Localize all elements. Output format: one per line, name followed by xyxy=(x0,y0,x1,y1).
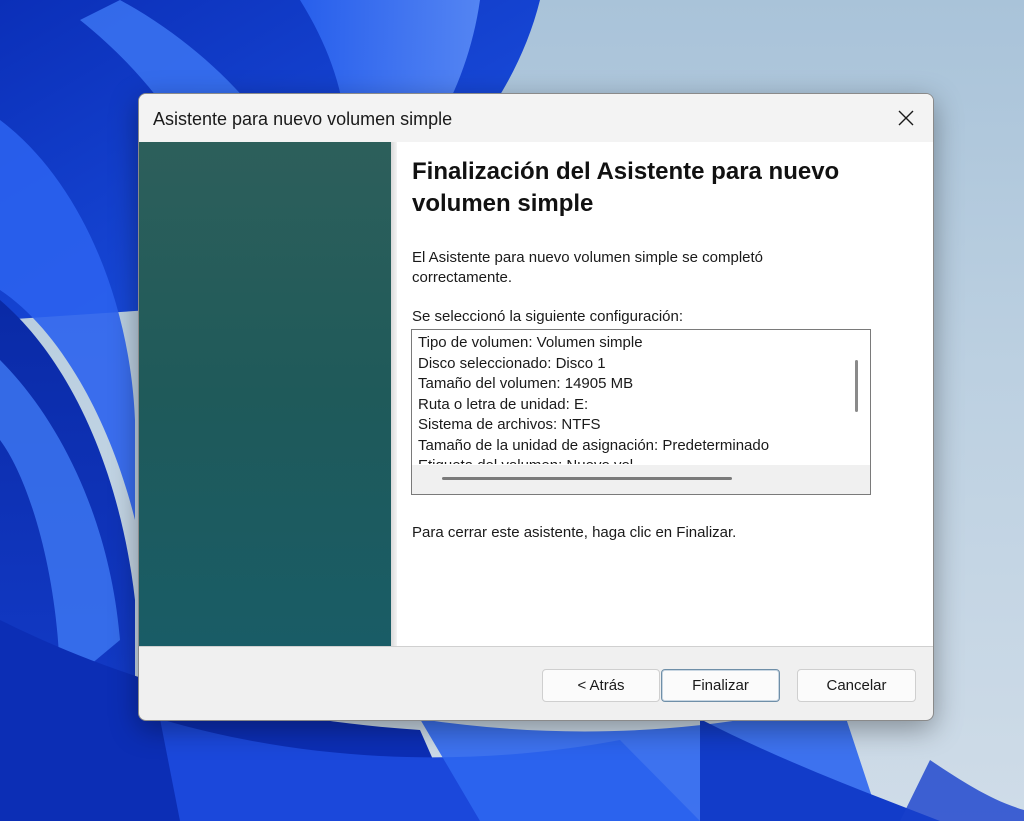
config-line-volume-label: Etiqueta del volumen: Nuevo vol xyxy=(418,456,848,464)
vertical-scroll-thumb[interactable] xyxy=(855,360,858,412)
finish-hint: Para cerrar este asistente, haga clic en… xyxy=(412,524,737,541)
horizontal-scroll-thumb[interactable] xyxy=(442,477,732,480)
config-line-file-system: Sistema de archivos: NTFS xyxy=(418,416,601,433)
config-line-size: Tamaño del volumen: 14905 MB xyxy=(418,375,634,392)
finish-button[interactable]: Finalizar xyxy=(661,669,780,702)
cancel-button[interactable]: Cancelar xyxy=(797,669,916,702)
new-simple-volume-wizard-dialog: Asistente para nuevo volumen simple Fina… xyxy=(138,93,934,721)
desktop: Asistente para nuevo volumen simple Fina… xyxy=(0,0,1024,821)
config-summary-lines: Tipo de volumen: Volumen simple Disco se… xyxy=(418,333,848,464)
horizontal-scrollbar[interactable] xyxy=(412,465,870,494)
config-summary-box[interactable]: Tipo de volumen: Volumen simple Disco se… xyxy=(411,329,871,495)
completed-message: El Asistente para nuevo volumen simple s… xyxy=(412,249,764,286)
wizard-content: Finalización del Asistente para nuevo vo… xyxy=(139,142,933,646)
config-line-drive-letter: Ruta o letra de unidad: E: xyxy=(418,395,589,413)
close-icon xyxy=(898,110,914,126)
window-title: Asistente para nuevo volumen simple xyxy=(153,109,453,129)
config-line-allocation-unit: Tamaño de la unidad de asignación: Prede… xyxy=(418,436,770,454)
back-button[interactable]: < Atrás xyxy=(542,669,660,702)
footer-divider xyxy=(139,646,933,647)
wizard-side-banner xyxy=(139,142,391,646)
wizard-main-area: Finalización del Asistente para nuevo vo… xyxy=(411,142,911,646)
vertical-scrollbar[interactable] xyxy=(842,330,870,465)
config-line-volume-type: Tipo de volumen: Volumen simple xyxy=(418,334,643,351)
config-line-disk: Disco seleccionado: Disco 1 xyxy=(418,354,606,372)
side-banner-edge xyxy=(391,142,397,646)
page-heading: Finalización del Asistente para nuevo vo… xyxy=(412,158,840,217)
close-button[interactable] xyxy=(879,94,933,142)
title-bar[interactable]: Asistente para nuevo volumen simple xyxy=(139,94,933,142)
config-label: Se seleccionó la siguiente configuración… xyxy=(412,308,684,325)
